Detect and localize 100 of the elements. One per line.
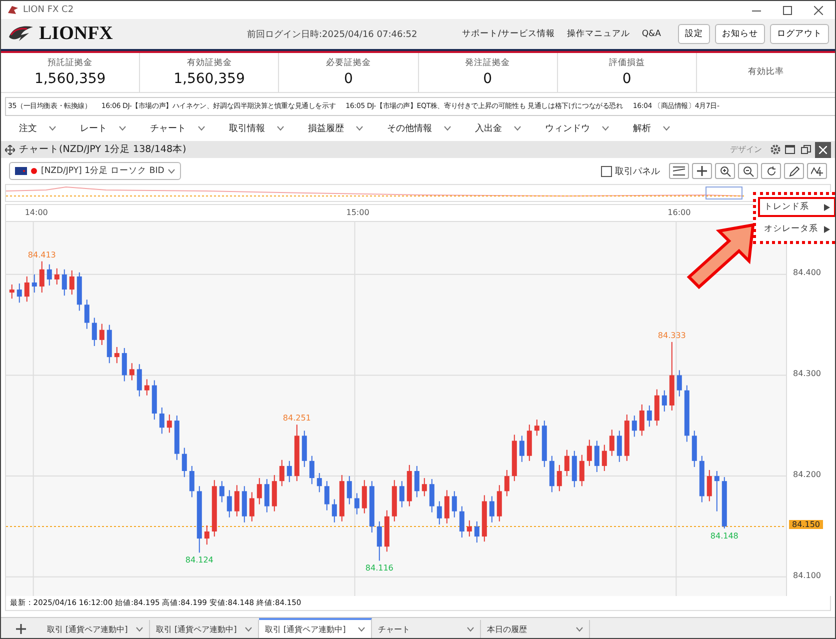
candlestick (444, 490, 450, 524)
price-axis-label: 84.100 (793, 570, 821, 580)
candlestick (54, 268, 60, 286)
trade-panel-checkbox[interactable]: 取引パネル (601, 164, 660, 178)
menu-item[interactable]: レート (76, 122, 142, 135)
current-price-tag: 84.150 (789, 520, 823, 530)
candlestick (24, 276, 30, 302)
candlestick (129, 362, 134, 381)
candlestick (662, 390, 667, 412)
price-annotation: 84.124 (185, 556, 214, 565)
stat-label: 評価損益 (608, 57, 645, 70)
candlestick (144, 378, 150, 396)
time-axis-label: 14:00 (24, 208, 48, 218)
stat-label: 発注証拠金 (465, 57, 510, 70)
toolbar-button[interactable] (669, 163, 689, 180)
candlestick (714, 470, 720, 512)
menu-item[interactable]: 注文 (15, 122, 72, 135)
candlestick (62, 268, 67, 296)
candlestick (166, 414, 172, 434)
header-link[interactable]: 操作マニュアル (566, 28, 630, 40)
candlestick (346, 476, 352, 505)
add-icon[interactable] (16, 624, 26, 634)
candlestick (39, 260, 44, 294)
price-annotation: 84.413 (28, 250, 56, 260)
bottom-tab[interactable]: 取引 [通貨ペア連動中] (259, 618, 372, 638)
candlestick (16, 283, 22, 304)
candlestick (122, 348, 127, 382)
candlestick (586, 439, 592, 466)
caret-icon (602, 126, 609, 131)
toolbar-button[interactable] (761, 163, 781, 180)
menu-item[interactable]: チャート (146, 122, 221, 135)
header-button[interactable]: ログアウト (770, 24, 829, 44)
window-title: LION FX C2 (23, 5, 75, 16)
toolbar-button[interactable] (784, 163, 804, 180)
toolbar-button[interactable] (807, 163, 827, 180)
price-axis-label: 84.400 (793, 268, 821, 278)
toolbar-button[interactable] (738, 163, 758, 180)
caret-icon (168, 168, 176, 174)
stat-label: 有効証拠金 (186, 57, 232, 70)
candlestick (639, 404, 644, 436)
header-link[interactable]: Q&A (642, 29, 661, 40)
panel-title: チャート(NZD/JPY 1分足 138/148本) (19, 143, 188, 156)
candlestick (114, 346, 120, 364)
candlestick (32, 274, 37, 294)
menu-item[interactable]: その他情報 (383, 122, 467, 135)
stat-value: 1,560,359 (174, 71, 245, 88)
candlestick (309, 455, 314, 485)
brand-logo: LIONFX (39, 23, 113, 46)
move-icon[interactable] (5, 144, 15, 155)
candlestick (249, 492, 254, 522)
stat-value: 0 (483, 71, 492, 88)
candlestick (92, 317, 97, 347)
caret-icon (663, 126, 670, 131)
caret-icon (119, 126, 126, 131)
menu-item[interactable]: 入出金 (471, 122, 537, 135)
settings-icon[interactable] (770, 144, 781, 156)
caret-icon (358, 626, 365, 632)
symbol-select[interactable]: [NZD/JPY] 1分足 ローソク BID (9, 162, 182, 180)
window-layout-icon[interactable] (785, 144, 797, 155)
close-icon[interactable] (814, 6, 823, 15)
restore-icon[interactable] (801, 144, 811, 155)
stat-value: 0 (344, 71, 353, 88)
pencil-icon (788, 166, 800, 177)
toolbar-button[interactable] (692, 163, 712, 180)
close-button[interactable] (815, 142, 831, 158)
candlestick (279, 459, 284, 487)
candlestick (324, 480, 330, 511)
menu-item[interactable]: 損益履歴 (304, 122, 379, 135)
candlestick (422, 478, 427, 497)
candlestick (564, 449, 570, 477)
candlestick (219, 480, 224, 503)
menu-item[interactable]: ウィンドウ (541, 122, 625, 135)
caret-icon (467, 626, 474, 632)
submenu-arrow-icon (824, 204, 830, 210)
price-axis-label: 84.200 (793, 470, 821, 480)
candlestick (452, 490, 457, 518)
zoom-out-icon (742, 166, 754, 177)
price-annotation: 84.116 (365, 564, 394, 573)
candlestick (189, 465, 194, 498)
indicator-icon (811, 166, 823, 176)
lines-icon (673, 166, 685, 176)
candlestick (182, 447, 187, 478)
zoom-in-icon (720, 166, 730, 177)
header-link[interactable]: サポート/サービス情報 (462, 28, 555, 40)
flag-icon (15, 167, 27, 176)
menu-item[interactable]: 解析 (629, 122, 686, 135)
stat-value: 1,560,359 (34, 71, 106, 88)
menu-option[interactable]: トレンド系 (758, 197, 835, 217)
header-button[interactable]: お知らせ (715, 24, 765, 44)
menu-item[interactable]: 取引情報 (225, 122, 300, 135)
candlestick (414, 465, 420, 498)
candlestick (474, 520, 480, 544)
price-axis-label: 84.300 (793, 369, 821, 378)
candlestick (226, 490, 232, 518)
maximize-icon[interactable] (783, 6, 792, 15)
stat-label: 有効比率 (748, 66, 784, 78)
candlestick (519, 435, 524, 462)
header-button[interactable]: 設定 (678, 24, 710, 44)
candlestick (159, 407, 164, 434)
toolbar-button[interactable] (715, 163, 735, 180)
